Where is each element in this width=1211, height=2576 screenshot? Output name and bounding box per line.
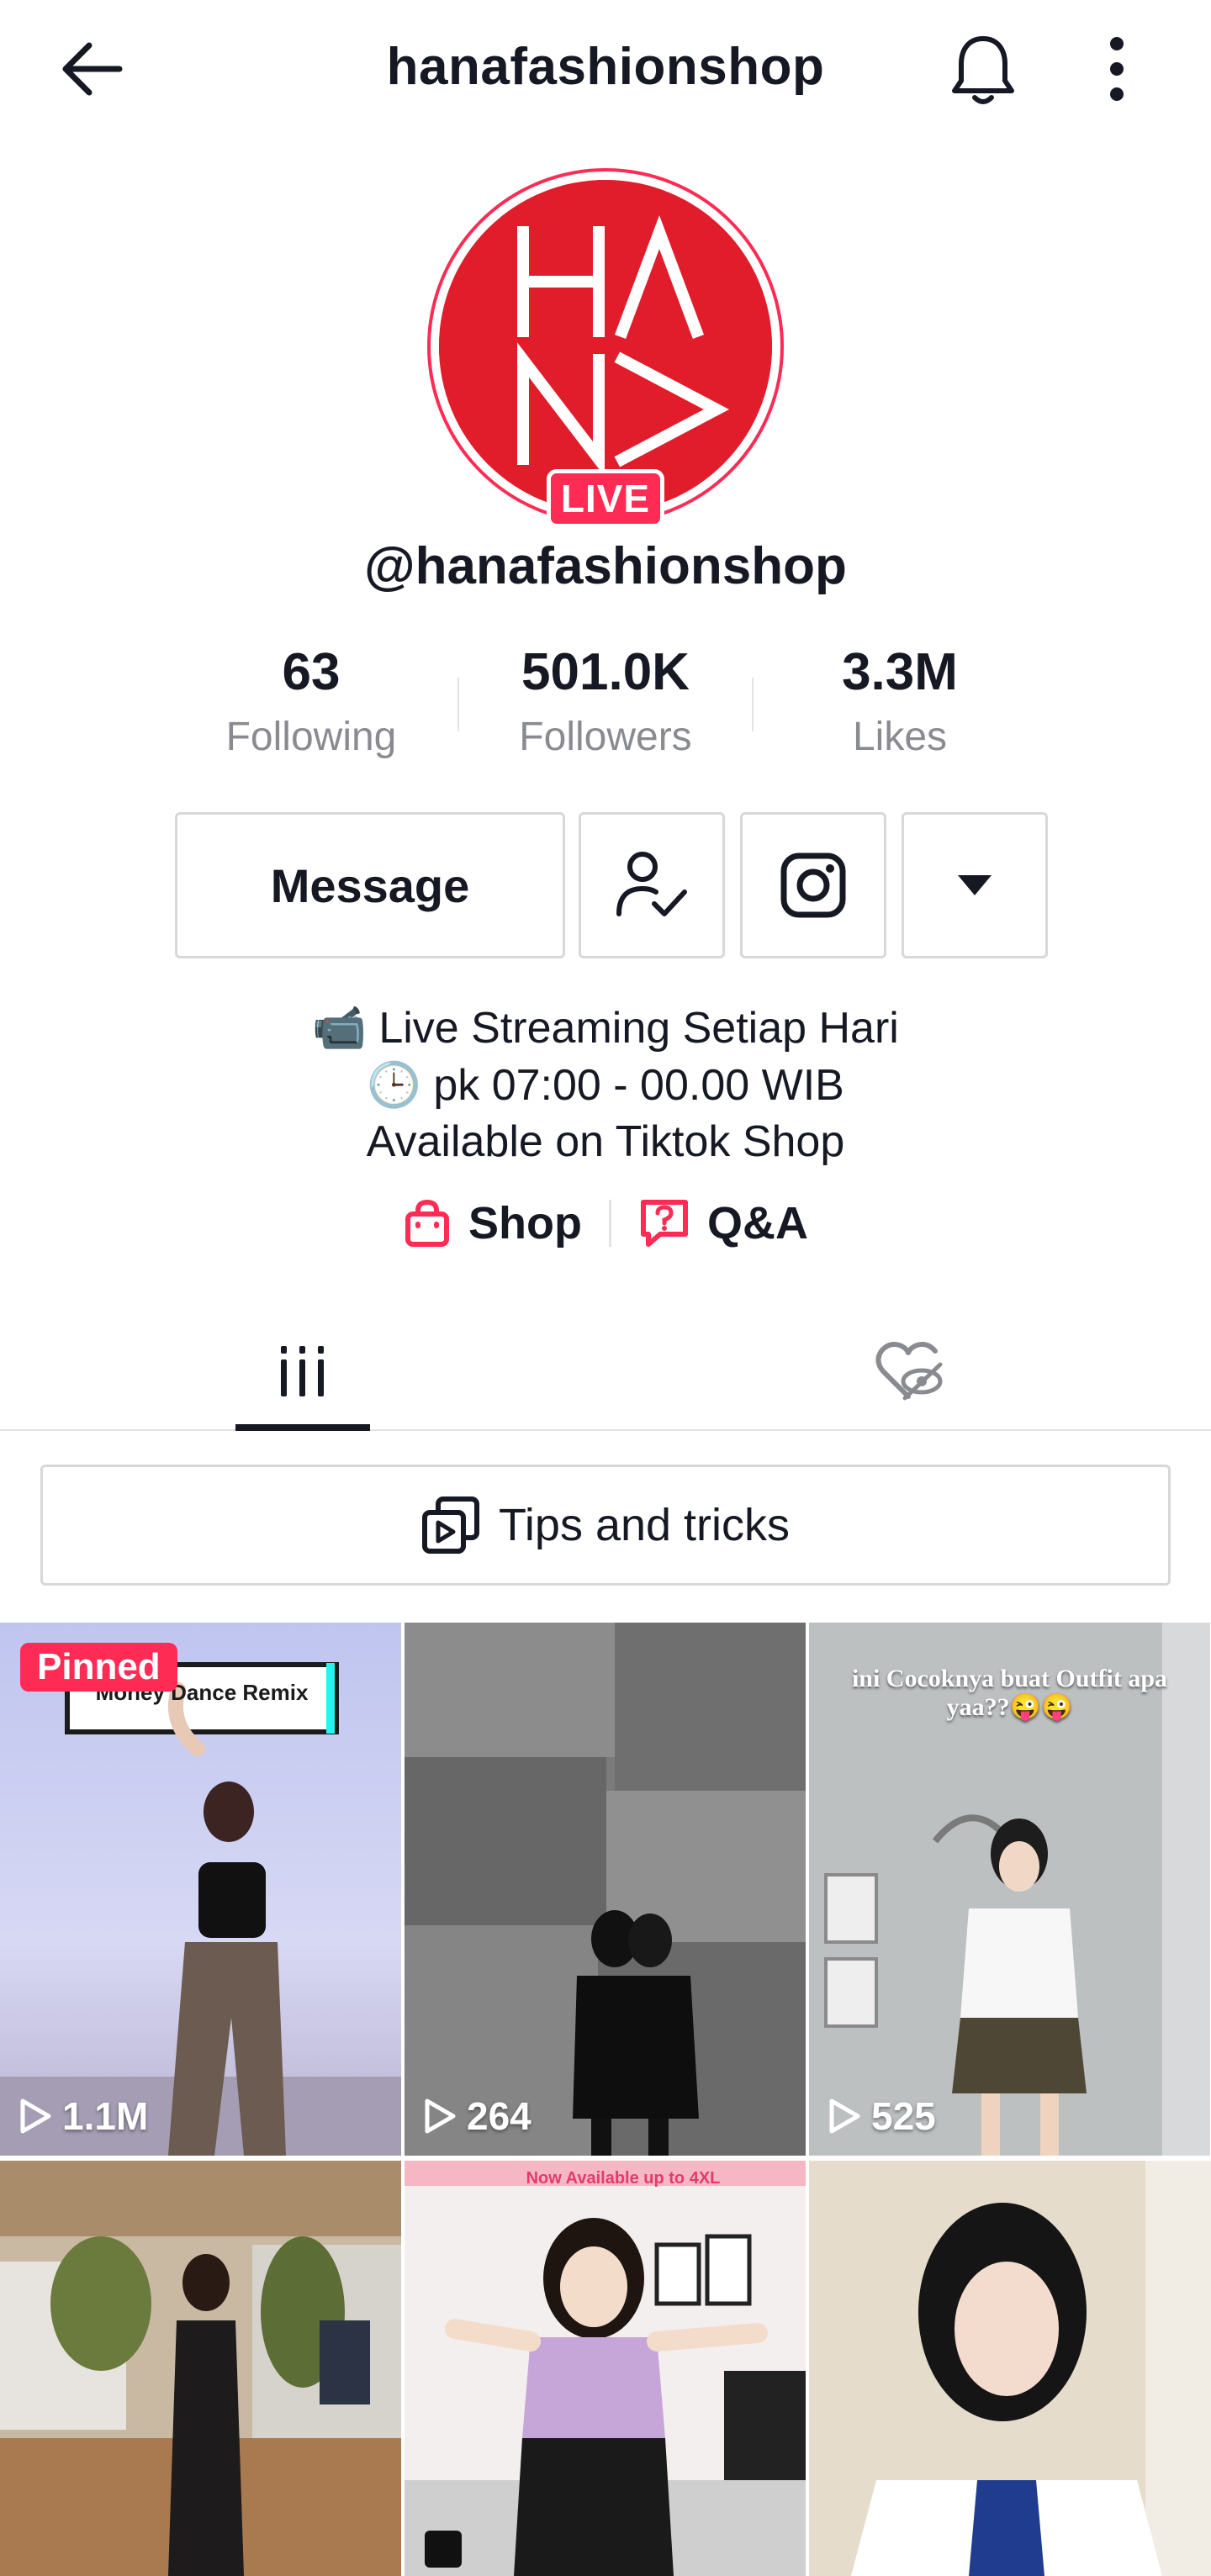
play-outline-icon xyxy=(20,2098,51,2134)
hana-logo xyxy=(439,180,772,513)
more-actions-dropdown[interactable] xyxy=(902,812,1048,958)
link-divider xyxy=(608,1200,611,1247)
video-thumbnail xyxy=(0,2161,401,2576)
bell-icon xyxy=(952,36,1014,104)
following-label: Following xyxy=(225,715,397,759)
video-thumbnail xyxy=(405,1623,806,2156)
stat-divider xyxy=(752,678,754,731)
profile-links: Shop Q&A xyxy=(0,1197,1211,1249)
shop-link[interactable]: Shop xyxy=(403,1197,582,1249)
profile-username: @hanafashionshop xyxy=(364,537,847,595)
likes-count: 3.3M xyxy=(842,643,958,701)
live-badge[interactable]: LIVE xyxy=(547,469,664,528)
view-count-text: 525 xyxy=(871,2094,936,2138)
video-tile[interactable]: Now Available up to 4XL xyxy=(405,2161,806,2576)
tab-videos[interactable] xyxy=(235,1312,370,1431)
bio-line: 📹 Live Streaming Setiap Hari xyxy=(312,1004,899,1053)
active-tab-indicator xyxy=(235,1424,370,1431)
stat-following[interactable]: 63 Following xyxy=(185,642,437,760)
view-count-text: 1.1M xyxy=(62,2094,149,2138)
view-count: 1.1M xyxy=(19,2093,148,2139)
video-tile[interactable]: Money Dance Remix Pinned 1.1M xyxy=(0,1623,401,2156)
play-collection-icon xyxy=(421,1497,479,1554)
view-count: 525 xyxy=(828,2093,936,2139)
followers-count: 501.0K xyxy=(521,643,690,701)
video-thumbnail xyxy=(809,2161,1211,2576)
video-tile[interactable]: ini Cocoknya buat Outfit apa yaa??😜😜 525 xyxy=(809,1623,1210,2156)
caret-down-icon xyxy=(958,875,992,895)
qa-link[interactable]: Q&A xyxy=(638,1197,808,1249)
bio-line: 🕒 pk 07:00 - 00.00 WIB xyxy=(367,1061,844,1110)
heart-hidden-icon xyxy=(875,1342,943,1401)
tips-label: Tips and tricks xyxy=(498,1500,791,1550)
bio-line: Available on Tiktok Shop xyxy=(366,1117,845,1166)
video-tile[interactable] xyxy=(809,2161,1211,2576)
likes-label: Likes xyxy=(852,715,948,759)
view-count-text: 264 xyxy=(467,2094,531,2138)
play-outline-icon xyxy=(425,2098,456,2134)
video-caption: ini Cocoknya buat Outfit apa yaa??😜😜 xyxy=(851,1665,1168,1721)
tab-liked-private[interactable] xyxy=(841,1312,976,1431)
play-outline-icon xyxy=(829,2098,860,2134)
stat-divider xyxy=(457,678,459,731)
tips-and-tricks-button[interactable]: Tips and tricks xyxy=(40,1465,1171,1586)
qa-link-label: Q&A xyxy=(706,1198,808,1248)
video-tile[interactable]: 264 xyxy=(405,1623,806,2156)
tabs-divider xyxy=(0,1429,1211,1431)
following-status-button[interactable] xyxy=(579,812,725,958)
video-caption: Now Available up to 4XL xyxy=(526,2169,721,2188)
shop-link-label: Shop xyxy=(468,1198,582,1248)
view-count: 264 xyxy=(423,2093,531,2139)
followers-label: Followers xyxy=(519,715,692,759)
more-options-button[interactable] xyxy=(1093,29,1140,109)
question-bubble-icon xyxy=(640,1200,688,1247)
vertical-dots-icon xyxy=(1110,37,1124,101)
video-thumbnail xyxy=(405,2161,806,2576)
video-tile[interactable] xyxy=(0,2161,401,2576)
notification-button[interactable] xyxy=(947,29,1019,109)
instagram-button[interactable] xyxy=(740,812,886,958)
avatar[interactable] xyxy=(439,180,772,513)
pinned-badge: Pinned xyxy=(20,1643,177,1692)
message-button[interactable]: Message xyxy=(175,812,565,958)
grid-bars-icon xyxy=(281,1346,324,1396)
page-title: hanafashionshop xyxy=(386,38,825,96)
top-bar: hanafashionshop xyxy=(0,0,1211,139)
following-count: 63 xyxy=(282,643,341,701)
user-check-icon xyxy=(616,852,687,916)
stat-likes[interactable]: 3.3M Likes xyxy=(774,642,1026,760)
shopping-bag-icon xyxy=(405,1199,449,1247)
stat-followers[interactable]: 501.0K Followers xyxy=(479,642,732,760)
instagram-icon xyxy=(780,853,846,918)
